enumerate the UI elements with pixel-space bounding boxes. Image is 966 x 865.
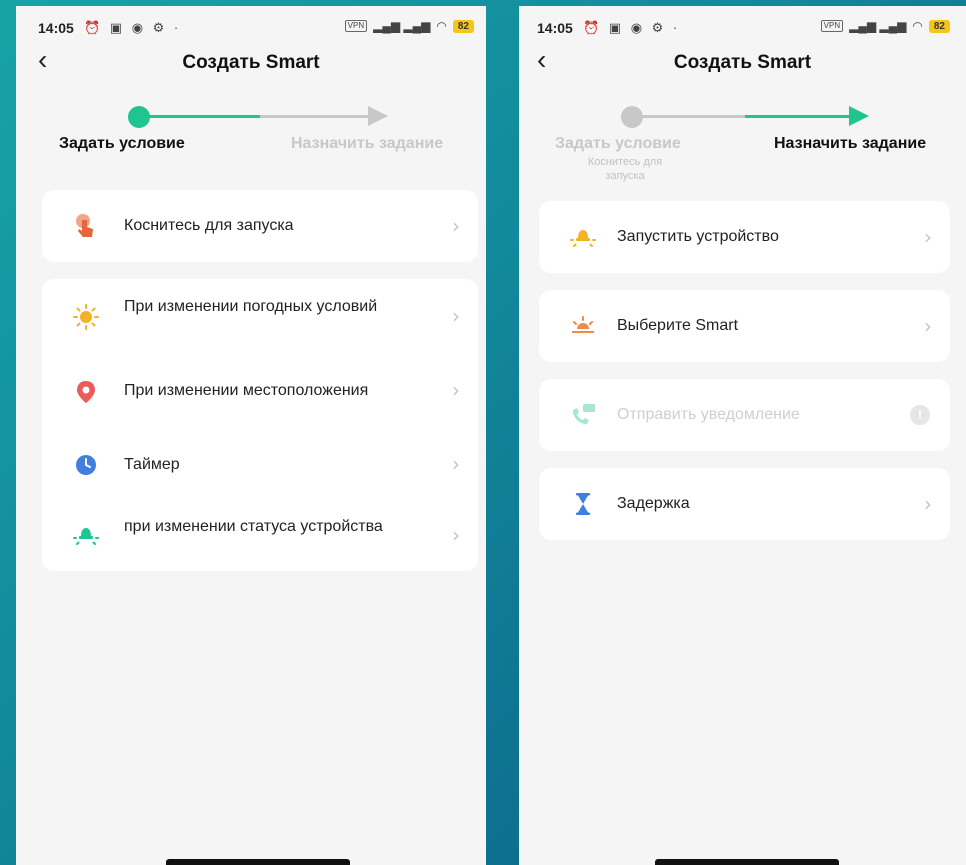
chevron-right-icon: › (452, 304, 460, 328)
home-indicator (655, 859, 839, 865)
clock-icon (72, 451, 100, 479)
list-item-timer[interactable]: Таймер › (42, 427, 478, 501)
step-line-active (144, 115, 262, 118)
phone-screen-right: 14:05 ⏰ ▣ ◉ ⚙ · VPN ▂▄▆ ▂▄▆ ◠ 82 ‹ Созда… (519, 6, 966, 865)
page-title: Создать Smart (182, 52, 320, 73)
list-item-label: Запустить устройство (617, 228, 779, 245)
sunrise-icon (569, 312, 597, 340)
location-pin-icon (72, 378, 100, 406)
trigger-card: Коснитесь для запуска › (42, 190, 478, 262)
wifi-icon: ◠ (912, 19, 923, 33)
battery-icon: 82 (452, 19, 474, 33)
list-item-delay[interactable]: Задержка › (539, 468, 950, 540)
action-card-run-device: Запустить устройство › (539, 201, 950, 273)
list-item-label: Таймер (124, 456, 180, 473)
chevron-right-icon: › (452, 452, 460, 476)
chevron-right-icon: › (452, 523, 460, 547)
list-item-label: Отправить уведомление (617, 406, 800, 423)
chevron-right-icon: › (452, 378, 460, 402)
step1-sublabel: Коснитесь для запуска (587, 156, 663, 182)
tap-hand-icon (72, 212, 100, 240)
vpn-icon: VPN (820, 20, 844, 32)
list-item-label: При изменении погодных условий (124, 298, 378, 315)
action-card-delay: Задержка › (539, 468, 950, 540)
notification-phone-icon (569, 401, 597, 429)
list-item-tap-to-run[interactable]: Коснитесь для запуска › (42, 190, 478, 262)
step1-label[interactable]: Задать условие (555, 135, 681, 153)
list-item-label: При изменении местоположения (124, 382, 369, 399)
step1-label[interactable]: Задать условие (59, 135, 185, 153)
list-item-label: Задержка (617, 495, 690, 512)
list-item-device-status[interactable]: при изменении статуса устройства › (42, 501, 478, 571)
battery-icon: 82 (928, 19, 950, 33)
system-status-icons: VPN ▂▄▆ ▂▄▆ ◠ 82 (820, 19, 950, 33)
list-item-location[interactable]: При изменении местоположения › (42, 353, 478, 427)
home-indicator (166, 859, 350, 865)
status-time: 14:05 (537, 20, 573, 36)
device-bulb-icon (72, 521, 100, 549)
step-line-inactive (637, 115, 747, 118)
wifi-icon: ◠ (436, 19, 447, 33)
page-title: Создать Smart (673, 52, 812, 73)
list-item-send-notification: Отправить уведомление ! (539, 379, 950, 451)
step-line-active (745, 115, 853, 118)
signal-icon: ▂▄▆ ▂▄▆ (849, 19, 907, 33)
hourglass-icon (569, 490, 597, 518)
info-icon[interactable]: ! (910, 405, 930, 425)
chevron-right-icon: › (452, 214, 460, 238)
signal-icon: ▂▄▆ ▂▄▆ (373, 19, 431, 33)
list-item-weather[interactable]: При изменении погодных условий › (42, 279, 478, 353)
step2-label[interactable]: Назначить задание (774, 135, 926, 153)
status-time: 14:05 (38, 20, 74, 36)
step-arrow-icon (368, 106, 388, 126)
status-bar: 14:05 ⏰ ▣ ◉ ⚙ · VPN ▂▄▆ ▂▄▆ ◠ 82 (519, 16, 966, 40)
chevron-right-icon: › (924, 225, 932, 249)
chevron-right-icon: › (924, 492, 932, 516)
device-bulb-icon (569, 223, 597, 251)
status-bar: 14:05 ⏰ ▣ ◉ ⚙ · VPN ▂▄▆ ▂▄▆ ◠ 82 (16, 16, 486, 40)
vpn-icon: VPN (344, 20, 368, 32)
step-arrow-icon (849, 106, 869, 126)
chevron-right-icon: › (924, 314, 932, 338)
sun-icon (72, 303, 100, 331)
list-item-label: Выберите Smart (617, 317, 739, 334)
step2-label[interactable]: Назначить задание (291, 135, 443, 153)
list-item-select-smart[interactable]: Выберите Smart › (539, 290, 950, 362)
phone-screen-left: 14:05 ⏰ ▣ ◉ ⚙ · VPN ▂▄▆ ▂▄▆ ◠ 82 ‹ Созда… (16, 6, 486, 865)
conditions-card: При изменении погодных условий › При изм… (42, 279, 478, 571)
action-card-select-smart: Выберите Smart › (539, 290, 950, 362)
notification-icons: ⏰ ▣ ◉ ⚙ · (84, 20, 182, 35)
step-line-inactive (260, 115, 372, 118)
notification-icons: ⏰ ▣ ◉ ⚙ · (583, 20, 681, 35)
action-card-send-notification: Отправить уведомление ! (539, 379, 950, 451)
list-item-label: Коснитесь для запуска (124, 217, 294, 234)
list-item-label: при изменении статуса устройства (124, 518, 383, 535)
list-item-run-device[interactable]: Запустить устройство › (539, 201, 950, 273)
system-status-icons: VPN ▂▄▆ ▂▄▆ ◠ 82 (344, 19, 474, 33)
